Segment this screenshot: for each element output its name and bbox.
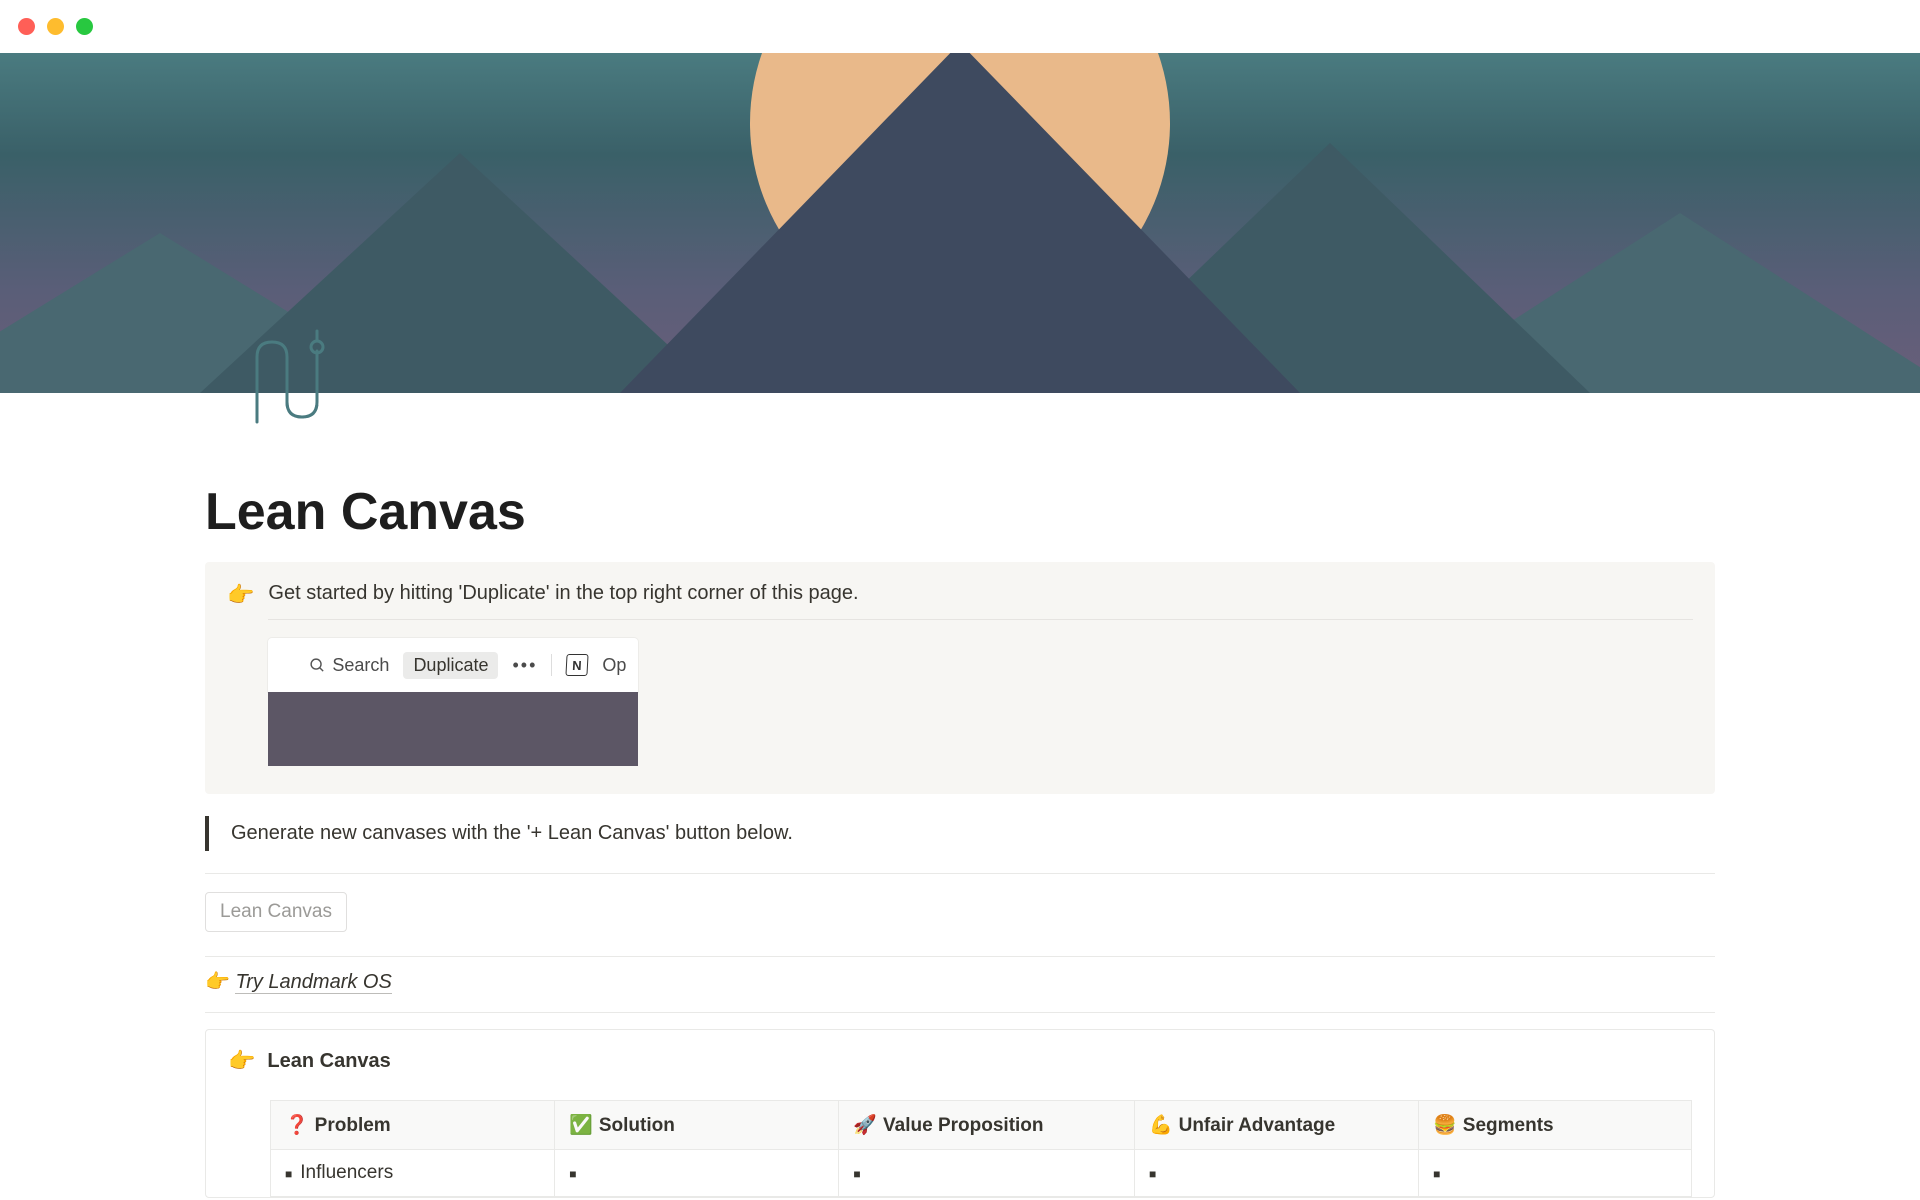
try-landmark-link[interactable]: 👉 Try Landmark OS	[205, 969, 1715, 994]
rocket-icon: 🚀	[853, 1115, 877, 1136]
window-titlebar	[0, 0, 1920, 53]
col-label: Solution	[599, 1115, 675, 1136]
lean-canvas-card: 👉 Lean Canvas ❓ Problem ✅ Solution 🚀 Value …	[205, 1029, 1715, 1198]
window-zoom-dot[interactable]	[76, 18, 93, 35]
card-header[interactable]: 👉 Lean Canvas	[228, 1048, 1692, 1088]
table-cell[interactable]: ■	[1419, 1150, 1692, 1197]
col-label: Segments	[1463, 1115, 1554, 1136]
search-icon	[309, 657, 326, 674]
separator	[551, 654, 552, 676]
try-landmark-text: Try Landmark OS	[235, 971, 391, 994]
lean-canvas-button[interactable]: Lean Canvas	[205, 892, 347, 932]
burger-icon: 🍔	[1433, 1115, 1457, 1136]
bullet-icon: ■	[569, 1167, 576, 1181]
page-icon[interactable]	[245, 327, 345, 427]
point-right-icon: 👉	[228, 1048, 255, 1074]
table-cell[interactable]: ■	[555, 1150, 839, 1197]
duplicate-button: Duplicate	[403, 652, 498, 679]
col-label: Value Proposition	[883, 1115, 1043, 1136]
callout-block: 👉 Get started by hitting 'Duplicate' in …	[205, 562, 1715, 794]
col-header-value[interactable]: 🚀 Value Proposition	[839, 1101, 1135, 1150]
divider	[205, 956, 1715, 957]
search-label: Search	[332, 655, 389, 676]
col-header-problem[interactable]: ❓ Problem	[271, 1101, 555, 1150]
bullet-icon: ■	[1433, 1167, 1440, 1181]
col-header-advantage[interactable]: 💪 Unfair Advantage	[1134, 1101, 1418, 1150]
callout-demo-image: Search Duplicate ••• N Op	[268, 638, 638, 766]
card-title: Lean Canvas	[267, 1050, 390, 1073]
col-header-solution[interactable]: ✅ Solution	[555, 1101, 839, 1150]
window-minimize-dot[interactable]	[47, 18, 64, 35]
divider	[205, 873, 1715, 874]
quote-block[interactable]: Generate new canvases with the '+ Lean C…	[205, 816, 1715, 851]
notion-logo-icon: N	[566, 654, 589, 676]
window-close-dot[interactable]	[18, 18, 35, 35]
mountain-shape	[620, 53, 1300, 393]
col-label: Problem	[315, 1115, 391, 1136]
table-row[interactable]: ■ Influencers ■ ■ ■ ■	[271, 1150, 1692, 1197]
point-right-icon: 👉	[227, 582, 254, 766]
col-label: Unfair Advantage	[1179, 1115, 1336, 1136]
bullet-icon: ■	[285, 1167, 292, 1181]
col-header-segments[interactable]: 🍔 Segments	[1419, 1101, 1692, 1150]
table-cell[interactable]: ■	[839, 1150, 1135, 1197]
table-header-row: ❓ Problem ✅ Solution 🚀 Value Proposition 💪 U…	[271, 1101, 1692, 1150]
cell-text: Influencers	[300, 1162, 393, 1183]
bullet-icon: ■	[1149, 1167, 1156, 1181]
search-group: Search	[309, 655, 389, 676]
question-icon: ❓	[285, 1115, 309, 1136]
flex-icon: 💪	[1149, 1115, 1173, 1136]
demo-cover-strip	[268, 692, 638, 766]
bullet-icon: ■	[853, 1167, 860, 1181]
callout-text[interactable]: Get started by hitting 'Duplicate' in th…	[268, 582, 1693, 620]
canvas-table: ❓ Problem ✅ Solution 🚀 Value Proposition 💪 U…	[270, 1100, 1692, 1197]
table-cell[interactable]: ■ Influencers	[271, 1150, 555, 1197]
point-right-icon: 👉	[205, 971, 230, 993]
table-cell[interactable]: ■	[1134, 1150, 1418, 1197]
divider	[205, 1012, 1715, 1013]
page-title[interactable]: Lean Canvas	[205, 482, 1715, 542]
op-text: Op	[602, 655, 626, 676]
more-icon: •••	[512, 655, 537, 676]
check-icon: ✅	[569, 1115, 593, 1136]
